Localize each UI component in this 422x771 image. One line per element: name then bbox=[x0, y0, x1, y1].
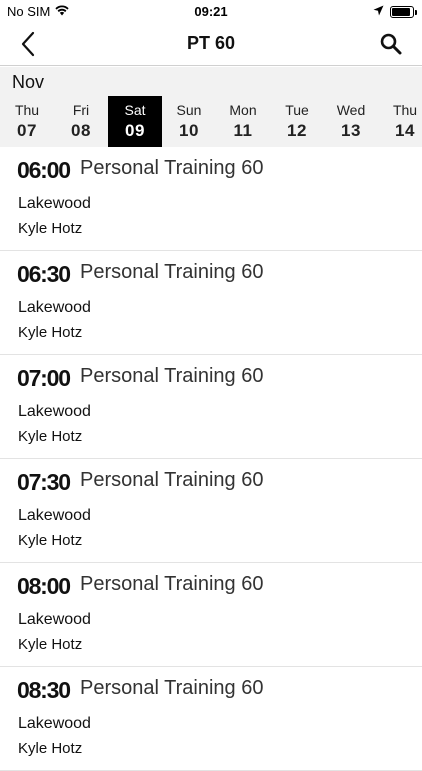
day-6[interactable]: Wed 13 bbox=[324, 96, 378, 147]
day-name: Thu bbox=[14, 102, 40, 118]
day-number: 12 bbox=[287, 121, 307, 140]
session-instructor: Kyle Hotz bbox=[18, 220, 83, 237]
day-name: Fri bbox=[72, 102, 90, 118]
session-time: 08:00 bbox=[17, 573, 71, 599]
session-class-name: Personal Training 60 bbox=[80, 677, 264, 699]
session-class-name: Personal Training 60 bbox=[80, 469, 264, 491]
session-row[interactable]: 08:30 Personal Training 60 Lakewood Kyle Ho… bbox=[0, 667, 422, 771]
session-instructor: Kyle Hotz bbox=[18, 532, 83, 549]
search-icon bbox=[380, 33, 402, 55]
month-label: Nov bbox=[12, 72, 45, 92]
session-class-name: Personal Training 60 bbox=[80, 573, 264, 595]
status-right bbox=[373, 4, 417, 19]
day-number: 11 bbox=[233, 121, 253, 140]
session-location: Lakewood bbox=[18, 715, 91, 732]
session-instructor: Kyle Hotz bbox=[18, 636, 83, 653]
day-name: Mon bbox=[229, 102, 257, 118]
session-location: Lakewood bbox=[18, 507, 91, 524]
day-5[interactable]: Tue 12 bbox=[270, 96, 324, 147]
session-class-name: Personal Training 60 bbox=[80, 365, 264, 387]
day-number: 08 bbox=[71, 121, 91, 140]
session-row[interactable]: 08:00 Personal Training 60 Lakewood Kyle Ho… bbox=[0, 563, 422, 667]
session-row[interactable]: 07:00 Personal Training 60 Lakewood Kyle Ho… bbox=[0, 355, 422, 459]
day-number: 14 bbox=[395, 121, 415, 140]
day-4[interactable]: Mon 11 bbox=[216, 96, 270, 147]
session-instructor: Kyle Hotz bbox=[18, 740, 83, 757]
day-2[interactable]: Sat 09 bbox=[108, 96, 162, 147]
day-picker: Thu 07 Fri 08 Sat 09 Sun 10 Mon 11 Tue 12 Wed 13 Thu 14 bbox=[0, 96, 422, 147]
location-arrow-icon bbox=[373, 4, 384, 19]
day-3[interactable]: Sun 10 bbox=[162, 96, 216, 147]
day-1[interactable]: Fri 08 bbox=[54, 96, 108, 147]
day-7[interactable]: Thu 14 bbox=[378, 96, 422, 147]
session-location: Lakewood bbox=[18, 403, 91, 420]
session-row[interactable]: 06:00 Personal Training 60 Lakewood Kyle Ho… bbox=[0, 147, 422, 251]
day-name: Wed bbox=[336, 102, 366, 118]
day-0[interactable]: Thu 07 bbox=[0, 96, 54, 147]
session-row[interactable]: 07:30 Personal Training 60 Lakewood Kyle Ho… bbox=[0, 459, 422, 563]
day-name: Thu bbox=[392, 102, 418, 118]
session-time: 08:30 bbox=[17, 677, 71, 703]
month-header: Nov bbox=[0, 67, 422, 96]
session-instructor: Kyle Hotz bbox=[18, 324, 83, 341]
session-time: 06:00 bbox=[17, 157, 71, 183]
day-name: Sun bbox=[176, 102, 202, 118]
battery-icon bbox=[390, 5, 417, 18]
session-time: 07:30 bbox=[17, 469, 71, 495]
session-location: Lakewood bbox=[18, 195, 91, 212]
session-instructor: Kyle Hotz bbox=[18, 428, 83, 445]
session-class-name: Personal Training 60 bbox=[80, 261, 264, 283]
day-number: 07 bbox=[17, 121, 37, 140]
search-button[interactable] bbox=[378, 31, 404, 57]
session-location: Lakewood bbox=[18, 299, 91, 316]
status-bar: No SIM 09:21 bbox=[0, 0, 422, 22]
session-location: Lakewood bbox=[18, 611, 91, 628]
session-list: 06:00 Personal Training 60 Lakewood Kyle Ho… bbox=[0, 147, 422, 771]
session-row[interactable]: 06:30 Personal Training 60 Lakewood Kyle Ho… bbox=[0, 251, 422, 355]
session-time: 07:00 bbox=[17, 365, 71, 391]
day-number: 09 bbox=[125, 121, 145, 140]
session-class-name: Personal Training 60 bbox=[80, 157, 264, 179]
day-number: 13 bbox=[341, 121, 361, 140]
day-name: Tue bbox=[285, 102, 309, 118]
status-time: 09:21 bbox=[194, 4, 228, 19]
day-number: 10 bbox=[179, 121, 199, 140]
page-title: PT 60 bbox=[186, 33, 236, 53]
day-name: Sat bbox=[124, 102, 146, 118]
navigation-bar: PT 60 bbox=[0, 22, 422, 66]
session-time: 06:30 bbox=[17, 261, 71, 287]
